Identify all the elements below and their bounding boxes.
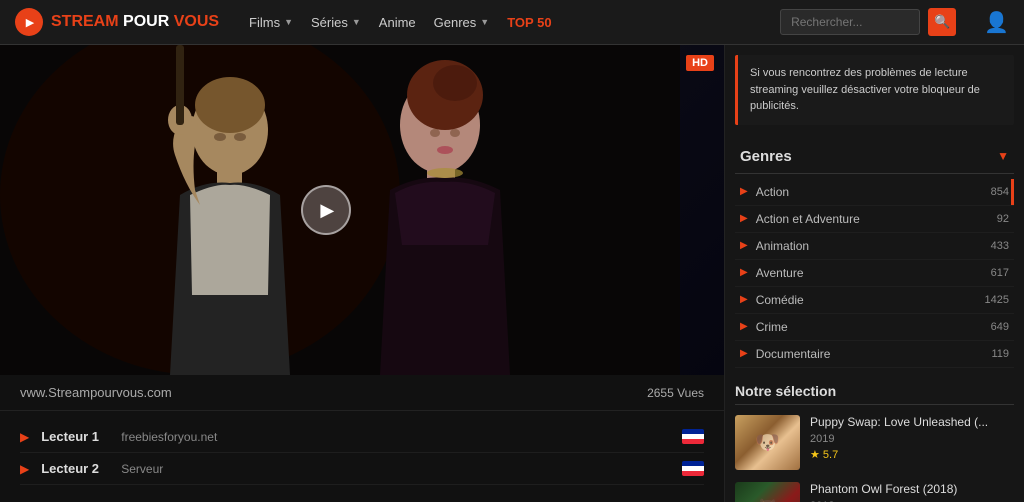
- nav-top50[interactable]: TOP 50: [507, 15, 551, 30]
- selection-thumb-1: 🐶: [735, 415, 800, 470]
- video-info: vww.Streampourvous.com 2655 Vues: [0, 375, 724, 411]
- genre-count: 649: [991, 321, 1009, 333]
- ad-notice-text: Si vous rencontrez des problèmes de lect…: [750, 65, 1002, 115]
- genre-action[interactable]: ▶ Action 854: [735, 179, 1014, 206]
- series-arrow-icon: ▼: [352, 17, 361, 27]
- logo[interactable]: STREAM POUR VOUS: [15, 8, 219, 36]
- search-input[interactable]: [780, 9, 920, 35]
- servers-section: ▶ Lecteur 1 freebiesforyou.net ▶ Lecteur…: [0, 411, 724, 495]
- genre-name: Action et Adventure: [756, 212, 997, 226]
- nav-links: Films ▼ Séries ▼ Anime Genres ▼ TOP 50: [249, 15, 760, 30]
- server1-play-icon: ▶: [20, 430, 29, 444]
- genre-arrow-icon: ▶: [740, 348, 748, 359]
- nav-films[interactable]: Films ▼: [249, 15, 293, 30]
- server2-name: Lecteur 2: [41, 461, 111, 476]
- server1-host: freebiesforyou.net: [121, 430, 682, 444]
- genre-name: Crime: [756, 320, 991, 334]
- genre-count: 119: [991, 348, 1009, 360]
- genre-arrow-icon: ▶: [740, 240, 748, 251]
- main-layout: HD vww.Streampourvous.com 2655 Vues ▶ Le…: [0, 45, 1024, 502]
- server1-flag: [682, 429, 704, 444]
- genre-aventure[interactable]: ▶ Aventure 617: [735, 260, 1014, 287]
- genre-name: Action: [756, 185, 991, 199]
- selection-title-2: Phantom Owl Forest (2018): [810, 482, 1014, 498]
- user-icon[interactable]: 👤: [984, 10, 1009, 35]
- genre-name: Aventure: [756, 266, 991, 280]
- genre-count: 854: [991, 186, 1009, 198]
- selection-item-2[interactable]: 🦉 Phantom Owl Forest (2018) 2018 ★ 7.7: [735, 482, 1014, 502]
- selection-thumb-2: 🦉: [735, 482, 800, 502]
- genres-section: Genres ▼ ▶ Action 854 ▶ Action et Advent…: [725, 135, 1024, 373]
- selection-info-2: Phantom Owl Forest (2018) 2018 ★ 7.7: [810, 482, 1014, 502]
- genre-name: Comédie: [756, 293, 985, 307]
- thumb2-decoration: 🦉: [735, 482, 800, 502]
- genre-name: Documentaire: [756, 347, 992, 361]
- genre-action-adventure[interactable]: ▶ Action et Adventure 92: [735, 206, 1014, 233]
- genre-active-bar: [1011, 179, 1014, 205]
- genre-animation[interactable]: ▶ Animation 433: [735, 233, 1014, 260]
- genre-count: 92: [997, 213, 1009, 225]
- server-row-1[interactable]: ▶ Lecteur 1 freebiesforyou.net: [20, 421, 704, 453]
- server1-name: Lecteur 1: [41, 429, 111, 444]
- video-scene: [0, 45, 724, 375]
- selection-section: Notre sélection 🐶 Puppy Swap: Love Unlea…: [725, 373, 1024, 502]
- genre-arrow-icon: ▶: [740, 321, 748, 332]
- server2-flag: [682, 461, 704, 476]
- ad-notice: Si vous rencontrez des problèmes de lect…: [735, 55, 1014, 125]
- logo-icon: [15, 8, 43, 36]
- genres-dropdown-icon[interactable]: ▼: [997, 149, 1009, 163]
- genre-arrow-icon: ▶: [740, 267, 748, 278]
- server-row-2[interactable]: ▶ Lecteur 2 Serveur: [20, 453, 704, 485]
- server2-host: Serveur: [121, 462, 682, 476]
- genre-arrow-icon: ▶: [740, 186, 748, 197]
- thumb1-decoration: 🐶: [735, 415, 800, 470]
- selection-title-1: Puppy Swap: Love Unleashed (...: [810, 415, 1014, 431]
- video-player: HD: [0, 45, 724, 375]
- play-button[interactable]: [301, 185, 351, 235]
- navbar: STREAM POUR VOUS Films ▼ Séries ▼ Anime …: [0, 0, 1024, 45]
- selection-title: Notre sélection: [735, 383, 1014, 405]
- left-content: HD vww.Streampourvous.com 2655 Vues ▶ Le…: [0, 45, 724, 502]
- selection-rating-1: ★ 5.7: [810, 448, 1014, 461]
- selection-item-1[interactable]: 🐶 Puppy Swap: Love Unleashed (... 2019 ★…: [735, 415, 1014, 470]
- genre-arrow-icon: ▶: [740, 213, 748, 224]
- genre-comedie[interactable]: ▶ Comédie 1425: [735, 287, 1014, 314]
- genre-count: 433: [991, 240, 1009, 252]
- genres-arrow-icon: ▼: [480, 17, 489, 27]
- server2-play-icon: ▶: [20, 462, 29, 476]
- genres-header: Genres ▼: [735, 140, 1014, 174]
- genre-count: 1425: [985, 294, 1009, 306]
- genre-name: Animation: [756, 239, 991, 253]
- search-button[interactable]: 🔍: [928, 8, 956, 36]
- hd-badge: HD: [686, 55, 714, 71]
- video-url: vww.Streampourvous.com: [20, 385, 172, 400]
- search-area: 🔍: [780, 8, 956, 36]
- logo-text: STREAM POUR VOUS: [51, 13, 219, 31]
- genre-crime[interactable]: ▶ Crime 649: [735, 314, 1014, 341]
- genres-title: Genres: [740, 148, 792, 165]
- genre-arrow-icon: ▶: [740, 294, 748, 305]
- selection-info-1: Puppy Swap: Love Unleashed (... 2019 ★ 5…: [810, 415, 1014, 470]
- films-arrow-icon: ▼: [284, 17, 293, 27]
- nav-anime[interactable]: Anime: [379, 15, 416, 30]
- genre-documentaire[interactable]: ▶ Documentaire 119: [735, 341, 1014, 368]
- genre-count: 617: [991, 267, 1009, 279]
- video-views: 2655 Vues: [647, 386, 704, 400]
- right-sidebar: Si vous rencontrez des problèmes de lect…: [724, 45, 1024, 502]
- nav-genres[interactable]: Genres ▼: [434, 15, 490, 30]
- nav-series[interactable]: Séries ▼: [311, 15, 361, 30]
- selection-year-1: 2019: [810, 433, 1014, 445]
